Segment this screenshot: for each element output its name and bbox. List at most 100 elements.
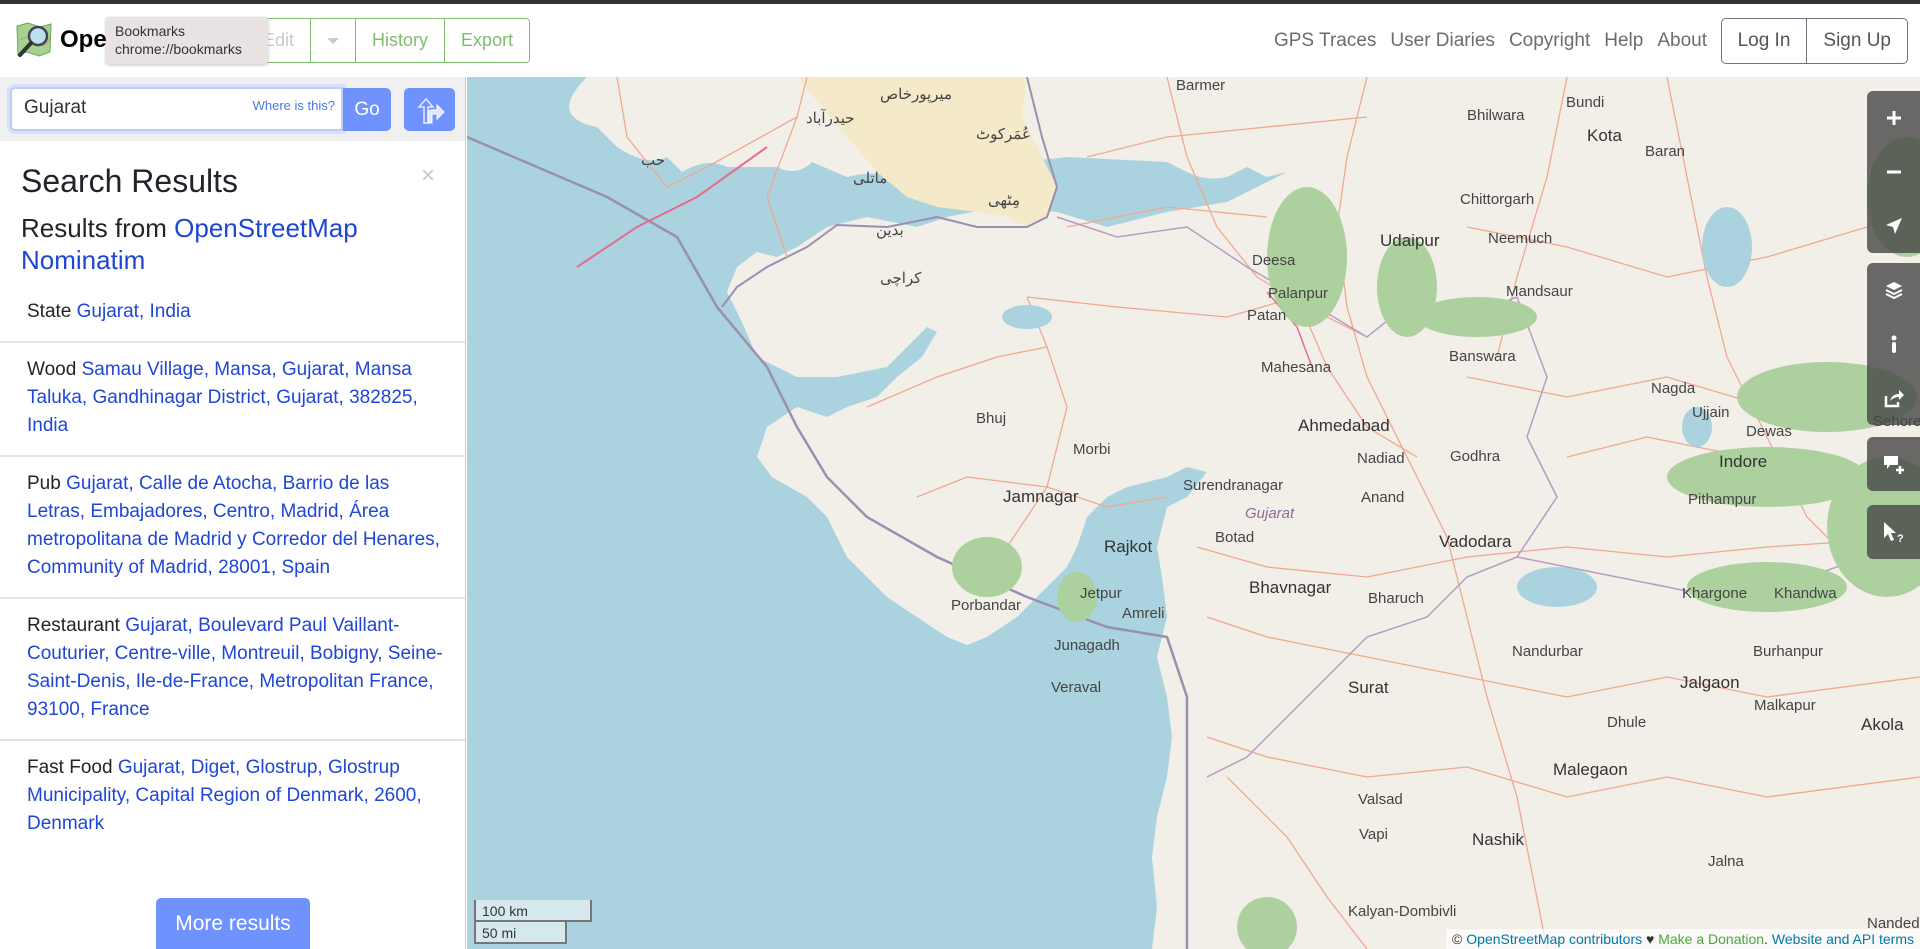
share-icon — [1884, 390, 1904, 408]
result-type: Pub — [27, 473, 61, 494]
source-prefix: Results from — [21, 213, 167, 243]
result-type: Restaurant — [27, 615, 120, 636]
result-link[interactable]: Samau Village, Mansa, Gujarat, Mansa Tal… — [27, 359, 418, 436]
map-label-matli: ماتلى — [853, 170, 888, 187]
map-label-mithi: مِٹھی — [988, 192, 1020, 209]
map-label-amreli: Amreli — [1122, 605, 1165, 622]
result-item: Fast Food Gujarat, Diget, Glostrup, Glos… — [0, 741, 465, 853]
query-cursor-icon: ? — [1883, 522, 1904, 543]
attribution-separator: . — [1764, 931, 1768, 947]
nav-copyright[interactable]: Copyright — [1509, 30, 1590, 52]
logo-text: Ope — [60, 26, 107, 53]
map-label-indore: Indore — [1719, 452, 1768, 471]
add-note-button[interactable] — [1867, 437, 1920, 491]
more-results-button[interactable]: More results — [156, 898, 310, 949]
zoom-out-button[interactable] — [1867, 145, 1920, 199]
caret-down-icon — [327, 37, 340, 44]
map-label-valsad: Valsad — [1358, 791, 1403, 808]
zoom-in-button[interactable] — [1867, 91, 1920, 145]
layers-button[interactable] — [1867, 263, 1920, 317]
map-label-kalyan-dombivli: Kalyan-Dombivli — [1348, 903, 1457, 920]
map-label-junagadh: Junagadh — [1054, 637, 1120, 654]
map-label-karachi: كراچى — [880, 270, 922, 287]
secondary-nav: GPS Traces User Diaries Copyright Help A… — [1274, 30, 1707, 52]
site-header: Ope Bookmarks chrome://bookmarks Edit Hi… — [0, 4, 1920, 77]
info-icon — [1891, 335, 1896, 353]
locate-button[interactable] — [1867, 199, 1920, 253]
map-label-palanpur: Palanpur — [1268, 285, 1329, 302]
nav-gps-traces[interactable]: GPS Traces — [1274, 30, 1376, 52]
map-label-anand: Anand — [1361, 489, 1405, 506]
map-label-gujarat-state: Gujarat — [1245, 505, 1295, 522]
history-button[interactable]: History — [355, 19, 445, 62]
map-label-nandurbar: Nandurbar — [1512, 643, 1583, 660]
map-label-veraval: Veraval — [1051, 679, 1102, 696]
map-label-bharuch: Bharuch — [1368, 590, 1424, 607]
map-scale: 100 km 50 mi — [474, 900, 592, 944]
search-results-panel: Search Results × Results from OpenStreet… — [0, 162, 465, 853]
result-link[interactable]: Gujarat, India — [77, 301, 191, 322]
map-label-ujjain: Ujjain — [1692, 404, 1730, 421]
search-field-wrapper: Where is this? — [10, 87, 343, 131]
scale-mi: 50 mi — [474, 922, 567, 944]
map-attribution: © OpenStreetMap contributors ♥ Make a Do… — [1446, 929, 1920, 949]
map-canvas[interactable]: كراچى حب حيدرآباد ميرپورخاص عُمَركوٹ مات… — [467, 77, 1920, 949]
zoom-controls — [1867, 91, 1920, 253]
directions-icon — [416, 97, 445, 124]
map-label-badin: بدين — [876, 222, 904, 239]
result-type: Fast Food — [27, 757, 113, 778]
osm-contributors-link[interactable]: OpenStreetMap contributors — [1466, 931, 1642, 947]
login-button[interactable]: Log In — [1722, 19, 1807, 63]
result-type: State — [27, 301, 72, 322]
result-type: Wood — [27, 359, 77, 380]
map-label-khandwa: Khandwa — [1774, 585, 1837, 602]
map-label-jetpur: Jetpur — [1080, 585, 1122, 602]
nav-about[interactable]: About — [1657, 30, 1707, 52]
map-label-jalna: Jalna — [1708, 853, 1744, 870]
directions-button[interactable] — [404, 88, 455, 131]
map-label-malegaon: Malegaon — [1553, 760, 1628, 779]
auth-buttons: Log In Sign Up — [1720, 18, 1908, 64]
logo[interactable]: Ope — [14, 20, 107, 60]
map-label-malkapur: Malkapur — [1754, 697, 1816, 714]
donate-link[interactable]: Make a Donation — [1658, 931, 1764, 947]
map-label-surat: Surat — [1348, 678, 1389, 697]
share-button[interactable] — [1867, 371, 1920, 425]
export-button[interactable]: Export — [444, 19, 530, 62]
map-label-hyderabad: حيدرآباد — [806, 110, 855, 127]
map-label-bhuj: Bhuj — [976, 410, 1007, 427]
signup-button[interactable]: Sign Up — [1806, 19, 1907, 63]
map-panel-controls — [1867, 263, 1920, 425]
map-label-dewas: Dewas — [1746, 423, 1792, 440]
map-label-pithampur: Pithampur — [1688, 491, 1757, 508]
map-label-bundi: Bundi — [1566, 94, 1605, 111]
location-arrow-icon — [1885, 218, 1902, 234]
go-button[interactable]: Go — [343, 88, 391, 131]
map-label-deesa: Deesa — [1252, 252, 1296, 269]
map-label-mandsaur: Mandsaur — [1506, 283, 1573, 300]
svg-text:?: ? — [1897, 533, 1904, 543]
edit-dropdown-toggle[interactable] — [310, 19, 356, 62]
map-key-button[interactable] — [1867, 317, 1920, 371]
osm-logo-icon — [16, 22, 52, 57]
nav-help[interactable]: Help — [1604, 30, 1643, 52]
results-title: Search Results — [21, 163, 238, 199]
result-item: Restaurant Gujarat, Boulevard Paul Vaill… — [0, 599, 465, 741]
nav-user-diaries[interactable]: User Diaries — [1390, 30, 1495, 52]
tooltip-title: Bookmarks — [115, 23, 186, 39]
close-icon[interactable]: × — [421, 162, 435, 190]
layers-icon — [1885, 282, 1902, 300]
map-label-ahmedabad: Ahmedabad — [1298, 416, 1390, 435]
map-label-bhavnagar: Bhavnagar — [1249, 578, 1332, 597]
map-label-hub: حب — [641, 152, 666, 169]
map-label-patan: Patan — [1247, 307, 1287, 324]
query-features-button[interactable]: ? — [1867, 505, 1920, 559]
terms-link[interactable]: Website and API terms — [1772, 931, 1914, 947]
map-label-banswara: Banswara — [1449, 348, 1516, 365]
result-link[interactable]: Gujarat, Calle de Atocha, Barrio de las … — [27, 473, 440, 578]
scale-km: 100 km — [474, 900, 592, 922]
where-is-this-link[interactable]: Where is this? — [253, 98, 335, 113]
search-form: Where is this? Go — [0, 77, 465, 141]
map-label-kota: Kota — [1587, 126, 1622, 145]
search-input[interactable] — [24, 97, 224, 119]
